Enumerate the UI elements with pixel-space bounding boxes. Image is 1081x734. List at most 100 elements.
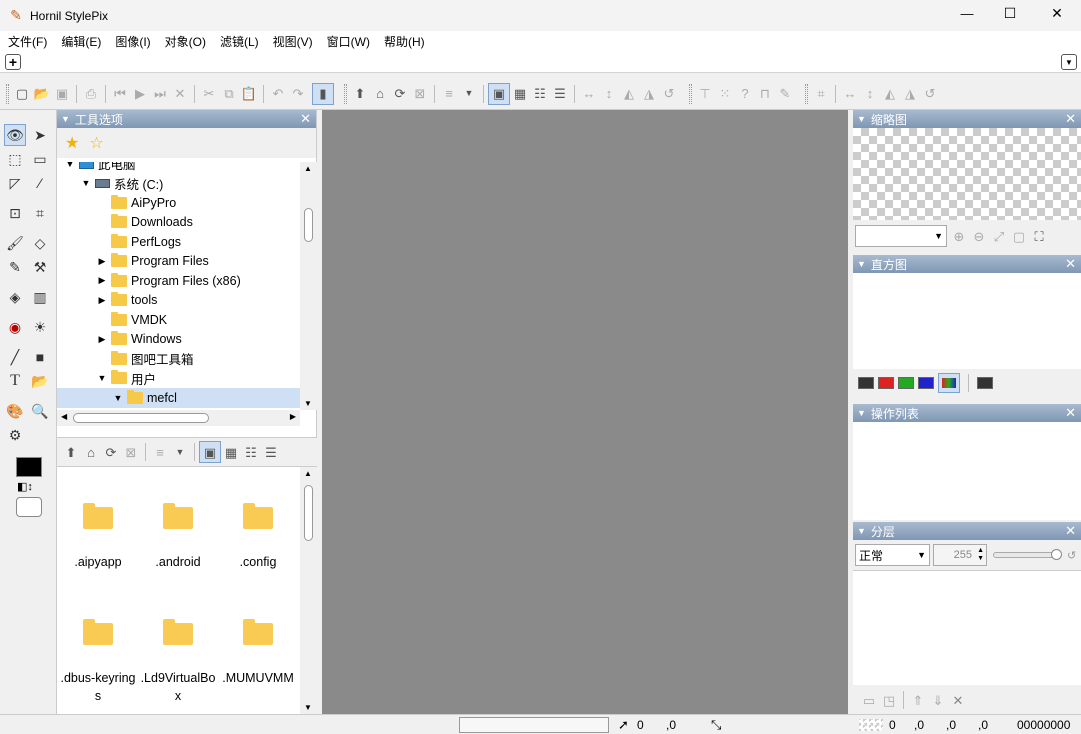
fill-tool-icon[interactable]: ◈ <box>4 286 26 308</box>
canvas-flip-v-icon[interactable]: ↕ <box>860 84 880 104</box>
browser-up-icon[interactable]: ⬆ <box>61 442 81 462</box>
canvas-rotate-left-icon[interactable]: ◭ <box>880 84 900 104</box>
rotate-right-icon[interactable]: ◮ <box>639 84 659 104</box>
new-file-icon[interactable]: ▢ <box>12 84 32 104</box>
canvas-flip-h-icon[interactable]: ↔ <box>840 84 860 104</box>
tree-item[interactable]: PerfLogs <box>57 232 300 252</box>
tree-item[interactable]: ▼ mefcl <box>57 388 300 408</box>
gradient-tool-icon[interactable]: ▥ <box>29 286 51 308</box>
line-tool-icon[interactable]: ╱ <box>4 346 26 368</box>
canvas-area[interactable] <box>322 110 848 714</box>
stamp-icon[interactable]: ⊓ <box>755 84 775 104</box>
open-image-tool-icon[interactable]: 📂 <box>29 370 51 392</box>
cut-icon[interactable]: ✂ <box>199 84 219 104</box>
transform-tool-icon[interactable]: ⊡ <box>4 202 26 224</box>
menu-help[interactable]: 帮助(H) <box>384 33 425 50</box>
tree-horizontal-scrollbar[interactable]: ◀ ▶ <box>57 410 300 426</box>
expand-down-icon[interactable]: ▼ <box>65 162 75 169</box>
paste-icon[interactable]: 📋 <box>239 84 259 104</box>
expand-right-icon[interactable]: ▶ <box>97 256 107 267</box>
pencil-tool-icon[interactable]: ✎ <box>4 256 26 278</box>
file-thumbnail[interactable]: .dbus-keyrings <box>58 583 138 705</box>
close-panel-icon[interactable]: ✕ <box>1065 523 1076 539</box>
expand-down-icon[interactable]: ▼ <box>81 178 91 188</box>
chevron-down-icon[interactable]: ▼ <box>934 231 943 241</box>
browser-stop-icon[interactable]: ⊠ <box>121 442 141 462</box>
browser-sort-dropdown-icon[interactable]: ▼ <box>170 442 190 462</box>
duplicate-layer-icon[interactable]: ◳ <box>879 690 899 710</box>
blend-mode-select[interactable]: 正常 ▼ <box>855 544 930 566</box>
chevron-down-icon[interactable]: ▼ <box>917 550 926 560</box>
file-thumbnail[interactable]: .Ld9VirtualBox <box>138 583 218 705</box>
brush-tool-icon[interactable]: 🖌 <box>4 232 26 254</box>
previous-image-icon[interactable]: ▶ <box>130 84 150 104</box>
collapse-icon[interactable]: ▼ <box>857 526 866 536</box>
first-image-icon[interactable]: ⏮ <box>110 84 130 104</box>
full-screen-icon[interactable]: ⛶ <box>1029 226 1049 246</box>
list-view-icon[interactable]: ☰ <box>550 84 570 104</box>
canvas-rotate-180-icon[interactable]: ↺ <box>920 84 940 104</box>
zoom-out-icon[interactable]: ⊖ <box>969 226 989 246</box>
tree-item[interactable]: VMDK <box>57 310 300 330</box>
fit-window-icon[interactable]: ⤢ <box>989 226 1009 246</box>
expand-right-icon[interactable]: ▶ <box>97 275 107 286</box>
delete-layer-icon[interactable]: ✕ <box>948 690 968 710</box>
rotate-left-icon[interactable]: ◭ <box>619 84 639 104</box>
grid-view-icon[interactable]: ▦ <box>510 84 530 104</box>
sort-dropdown-icon[interactable]: ▼ <box>459 84 479 104</box>
tree-item[interactable]: Downloads <box>57 213 300 233</box>
zoom-combobox[interactable]: ▼ <box>855 225 947 247</box>
swap-colors-icon[interactable]: ◧↕ <box>17 480 33 493</box>
menu-view[interactable]: 视图(V) <box>273 33 313 50</box>
select-help-icon[interactable]: ? <box>735 84 755 104</box>
text-tool-icon[interactable]: T <box>4 370 26 392</box>
new-tab-button[interactable]: + <box>5 54 21 70</box>
copy-icon[interactable]: ⧉ <box>219 84 239 104</box>
folder-up-icon[interactable]: ⬆ <box>350 84 370 104</box>
crop-tool-icon[interactable]: ⌗ <box>29 202 51 224</box>
menu-image[interactable]: 图像(I) <box>115 33 150 50</box>
move-tool-icon[interactable]: ➤ <box>29 124 51 146</box>
tree-item[interactable]: ▶ tools <box>57 291 300 311</box>
browser-grid-view-icon[interactable]: ▦ <box>221 442 241 462</box>
marquee-tool-icon[interactable]: ⬚ <box>4 148 26 170</box>
channel-gray-icon[interactable] <box>858 377 874 389</box>
expand-right-icon[interactable]: ▶ <box>97 334 107 345</box>
tree-item[interactable]: ▶ Program Files (x86) <box>57 271 300 291</box>
file-thumbnail[interactable]: .config <box>218 467 298 571</box>
menu-object[interactable]: 对象(O) <box>165 33 206 50</box>
channel-green-icon[interactable] <box>898 377 914 389</box>
reset-opacity-icon[interactable]: ↺ <box>1067 549 1076 562</box>
close-panel-icon[interactable]: ✕ <box>1065 111 1076 127</box>
new-layer-icon[interactable]: ▭ <box>859 690 879 710</box>
browser-sort-icon[interactable]: ≡ <box>150 442 170 462</box>
tree-item[interactable]: ▶ Program Files <box>57 252 300 272</box>
opacity-spinbox[interactable]: 255 ▲ ▼ <box>933 544 987 566</box>
clone-tool-icon[interactable]: ⚒ <box>29 256 51 278</box>
refresh-icon[interactable]: ⟳ <box>390 84 410 104</box>
minimize-button[interactable]: — <box>955 6 979 21</box>
opacity-slider[interactable] <box>993 549 1062 560</box>
flip-vertical-icon[interactable]: ↕ <box>599 84 619 104</box>
select-all-icon[interactable]: ⁙ <box>715 84 735 104</box>
tree-item[interactable]: 图吧工具箱 <box>57 349 300 369</box>
expand-right-icon[interactable]: ▶ <box>97 295 107 306</box>
foreground-color-swatch[interactable] <box>16 457 42 477</box>
toolbar-grip-3[interactable] <box>689 83 692 104</box>
spin-arrows-icon[interactable]: ▲ ▼ <box>977 547 984 563</box>
toolbar-grip[interactable] <box>6 83 9 104</box>
close-panel-icon[interactable]: ✕ <box>1065 405 1076 421</box>
brush-help-icon[interactable]: ✎ <box>775 84 795 104</box>
favorite-star-icon[interactable]: ★ <box>65 133 79 153</box>
crop-guide-icon[interactable]: ⊤ <box>695 84 715 104</box>
browser-refresh-icon[interactable]: ⟳ <box>101 442 121 462</box>
thumbnail-view-icon[interactable]: ▣ <box>488 82 510 105</box>
flip-horizontal-icon[interactable]: ↔ <box>579 84 599 104</box>
settings-tool-icon[interactable]: ⚙ <box>4 424 26 446</box>
tree-item[interactable]: AiPyPro <box>57 193 300 213</box>
rect-select-icon[interactable]: ▭ <box>29 148 51 170</box>
actual-size-icon[interactable]: ▢ <box>1009 226 1029 246</box>
close-window-button[interactable]: ✕ <box>1045 5 1069 22</box>
grid-vertical-scrollbar[interactable]: ▲ ▼ <box>300 467 317 714</box>
detail-view-icon[interactable]: ☷ <box>530 84 550 104</box>
